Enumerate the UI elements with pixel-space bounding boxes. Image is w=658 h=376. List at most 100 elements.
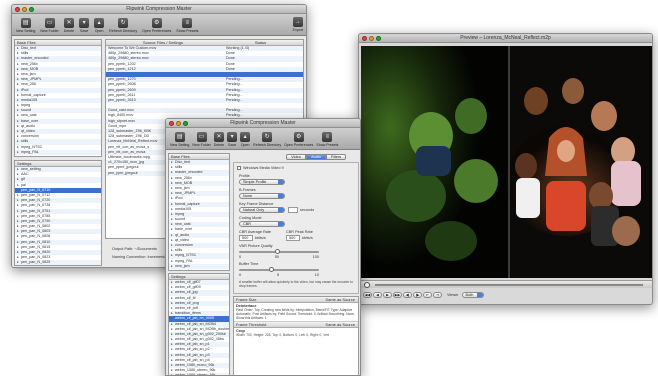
transport-button[interactable]: ◀|: [403, 292, 412, 298]
frame-size-label: Frame Size: [236, 297, 257, 302]
list-item-label: new_256x: [175, 175, 192, 180]
list-item-label: mpeg_NTSC: [21, 144, 43, 149]
preview-titlebar: Preview – Lorenza_McNeal_Reflect.m2p: [359, 34, 652, 43]
window-controls: [15, 7, 34, 12]
toolbar-label: New Setting: [16, 29, 36, 33]
list-item-label: media105: [175, 206, 192, 211]
frame-threshold-value[interactable]: Same as Source: [325, 322, 355, 327]
transport-button[interactable]: ⇥: [433, 292, 442, 298]
open-preferences-button[interactable]: ⚙ Open Preferences: [284, 132, 313, 147]
avg-rate-field[interactable]: 500: [239, 235, 253, 241]
zoom-button[interactable]: [376, 36, 381, 41]
close-button[interactable]: [15, 7, 20, 12]
window-title: Flipwink Compression Master: [126, 6, 192, 12]
export-button[interactable]: → Export: [293, 17, 303, 32]
buffer-slider-knob[interactable]: [269, 267, 274, 272]
new-folder-button[interactable]: ▭ New Folder: [40, 18, 59, 33]
toolbar-label: Refresh Directory: [253, 143, 282, 147]
new-folder-button[interactable]: ▭ New Folder: [192, 132, 211, 147]
list-item-label: webm_1080_stereo_96k: [175, 368, 216, 373]
new-setting-button[interactable]: ▤ New Setting: [16, 18, 35, 33]
list-item-label: new_cast: [21, 113, 37, 118]
queue-status: Done: [226, 66, 235, 71]
video-frame-image: [361, 46, 652, 278]
open-button[interactable]: ▴ Open: [94, 18, 105, 33]
queue-col-files[interactable]: Source Files / Settings: [108, 40, 218, 45]
folder-icon: ▭: [196, 132, 207, 142]
transport-button[interactable]: ◀◀: [363, 292, 372, 298]
codec-checkbox[interactable]: [237, 166, 241, 170]
keyframe-select[interactable]: Natural Only: [239, 207, 285, 213]
list-item[interactable]: ▸ pen_pan_N_0825: [15, 260, 101, 265]
open-button[interactable]: ▴ Open: [240, 132, 251, 147]
trash-icon: ✕: [213, 132, 224, 142]
scrubber[interactable]: [361, 280, 652, 288]
transport-button[interactable]: ▶: [383, 292, 392, 298]
list-item[interactable]: ▸ submaster_pre: [169, 268, 229, 271]
codec-label: Windows Media Video 9: [243, 166, 284, 170]
crop-row[interactable]: Crop Width: 702, Height: 228, Top: 0, Bo…: [234, 328, 358, 338]
quality-slider[interactable]: [239, 249, 319, 254]
transport-button[interactable]: ⇤: [423, 292, 432, 298]
queue-col-status[interactable]: Status: [218, 40, 303, 45]
save-button[interactable]: ▾ Save: [79, 18, 90, 33]
profile-select[interactable]: Simple Profile: [239, 179, 285, 185]
list-item-label: pal: [21, 182, 26, 187]
play-toggle-button[interactable]: [364, 282, 370, 288]
transport-button[interactable]: ▶▶: [393, 292, 402, 298]
minimize-button[interactable]: [176, 121, 181, 126]
list-item[interactable]: ▸ new_jsm: [15, 155, 101, 156]
toolbar-label: Save: [228, 143, 237, 147]
tab-audio[interactable]: Audio: [306, 154, 326, 160]
viewer-select[interactable]: Both: [461, 292, 484, 298]
encoding-label: Coding Mode: [239, 216, 262, 220]
transport-button[interactable]: |▶: [413, 292, 422, 298]
toolbar-label: Delete: [63, 29, 75, 33]
list-item-label: pen_pan_N_0712: [21, 192, 51, 197]
video-frame: [361, 46, 652, 278]
new-setting-button[interactable]: ▤ New Setting: [170, 132, 189, 147]
peak-rate-field[interactable]: 500: [286, 235, 300, 241]
keyframe-seconds-field[interactable]: [288, 207, 298, 213]
bframes-select[interactable]: None: [239, 193, 285, 199]
zoom-button[interactable]: [183, 121, 188, 126]
delete-button[interactable]: ✕ Delete: [64, 18, 74, 33]
trash-icon: ✕: [63, 18, 74, 28]
timeline-track[interactable]: [375, 284, 643, 286]
settings-list: ▸ webm_cif_gif07 ▸ webm_cif_gif09 ▸ webm_cif_…: [169, 280, 229, 375]
close-button[interactable]: [362, 36, 367, 41]
refresh-directory-button[interactable]: ↻ Refresh Directory: [253, 132, 281, 147]
toolbar-label: Open Preferences: [142, 29, 172, 33]
minimize-button[interactable]: [369, 36, 374, 41]
list-item-label: media105: [21, 97, 38, 102]
list-item-label: Disc_text: [21, 46, 37, 50]
close-button[interactable]: [169, 121, 174, 126]
zoom-button[interactable]: [29, 7, 34, 12]
list-item-label: gif: [21, 177, 25, 182]
export-label: Export: [292, 28, 303, 32]
encoding-select[interactable]: CBR: [239, 221, 285, 227]
list-item-label: submaster_pre: [175, 268, 200, 271]
window-title: Flipwink Compression Master: [230, 120, 296, 126]
tab-filters[interactable]: Filters: [326, 154, 346, 160]
show-presets-button[interactable]: ≡ Show Presets: [316, 132, 338, 147]
refresh-directory-button[interactable]: ↻ Refresh Directory: [109, 18, 137, 33]
show-presets-button[interactable]: ≡ Show Presets: [176, 18, 198, 33]
list-item-label: mpeg_PAL: [21, 149, 39, 154]
save-icon: ▾: [227, 132, 238, 142]
quality-slider-knob[interactable]: [275, 249, 280, 254]
list-item-label: webm_cif_pdf: [175, 305, 198, 310]
list-item-label: pen_pan_N_0802: [21, 224, 51, 229]
list-item-label: Disc_text: [175, 160, 191, 164]
open-preferences-button[interactable]: ⚙ Open Preferences: [142, 18, 171, 33]
transport-button[interactable]: ◀: [373, 292, 382, 298]
deinterlace-row[interactable]: Deinterlace Field Order: Top, Creating n…: [234, 303, 358, 322]
buffer-slider[interactable]: [239, 267, 319, 272]
list-item-label: pen_pan_N_0825: [21, 260, 51, 265]
frame-size-value[interactable]: Same as Source: [325, 297, 355, 302]
delete-button[interactable]: ✕ Delete: [214, 132, 224, 147]
minimize-button[interactable]: [22, 7, 27, 12]
tab-video[interactable]: Video: [286, 154, 306, 160]
save-button[interactable]: ▾ Save: [227, 132, 238, 147]
open-icon: ▴: [94, 18, 105, 28]
